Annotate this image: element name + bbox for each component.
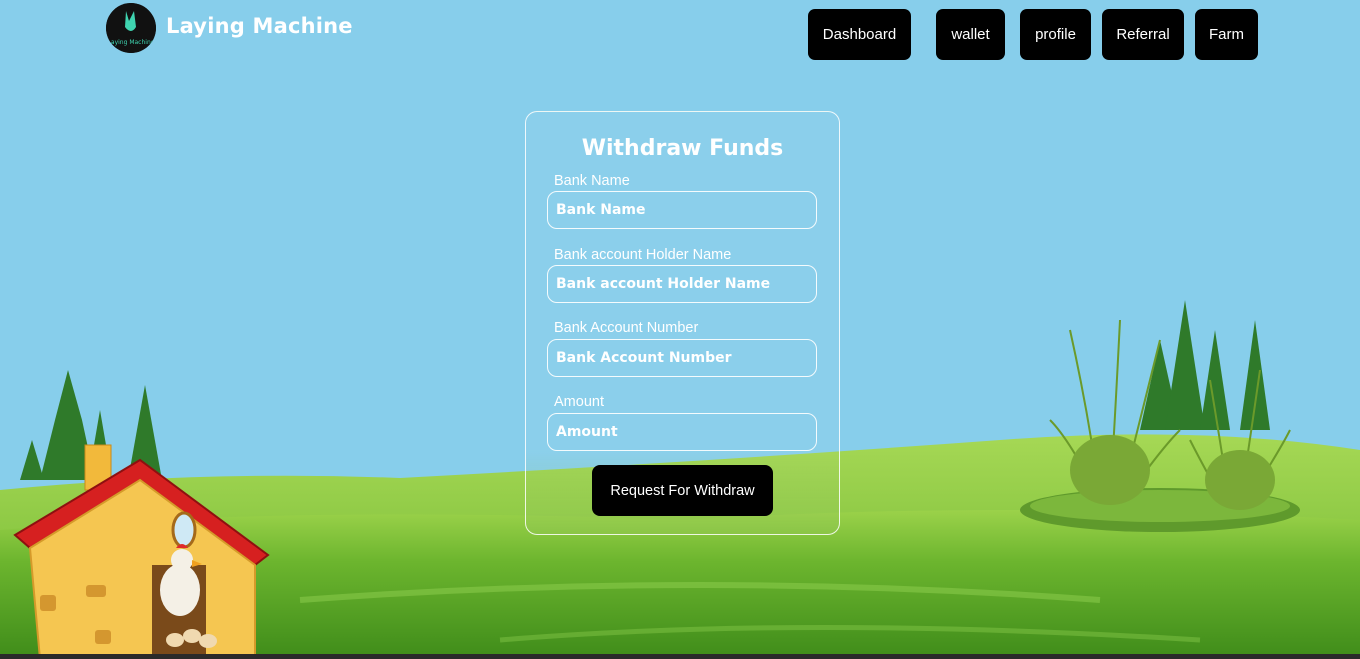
request-withdraw-button[interactable]: Request For Withdraw [592, 465, 773, 516]
amount-input[interactable] [547, 413, 817, 451]
nav-farm-button[interactable]: Farm [1195, 9, 1258, 60]
nav-referral-button[interactable]: Referral [1102, 9, 1184, 60]
chicken-logo-icon: Laying Machine [106, 3, 156, 53]
svg-text:Laying Machine: Laying Machine [108, 39, 155, 46]
form-title: Withdraw Funds [581, 136, 784, 161]
bank-name-input[interactable] [547, 191, 817, 229]
withdraw-form-card: Withdraw Funds Bank Name Bank account Ho… [525, 111, 840, 535]
nav-profile-button[interactable]: profile [1020, 9, 1091, 60]
amount-label: Amount [554, 394, 604, 410]
brand-logo[interactable]: Laying Machine [106, 3, 156, 53]
bank-name-label: Bank Name [554, 173, 630, 189]
account-number-input[interactable] [547, 339, 817, 377]
holder-name-input[interactable] [547, 265, 817, 303]
nav-dashboard-button[interactable]: Dashboard [808, 9, 911, 60]
nav-wallet-button[interactable]: wallet [936, 9, 1005, 60]
brand-name: Laying Machine [166, 14, 353, 38]
account-number-label: Bank Account Number [554, 320, 699, 336]
bottom-scrollbar[interactable] [0, 654, 1360, 659]
holder-name-label: Bank account Holder Name [554, 247, 732, 263]
